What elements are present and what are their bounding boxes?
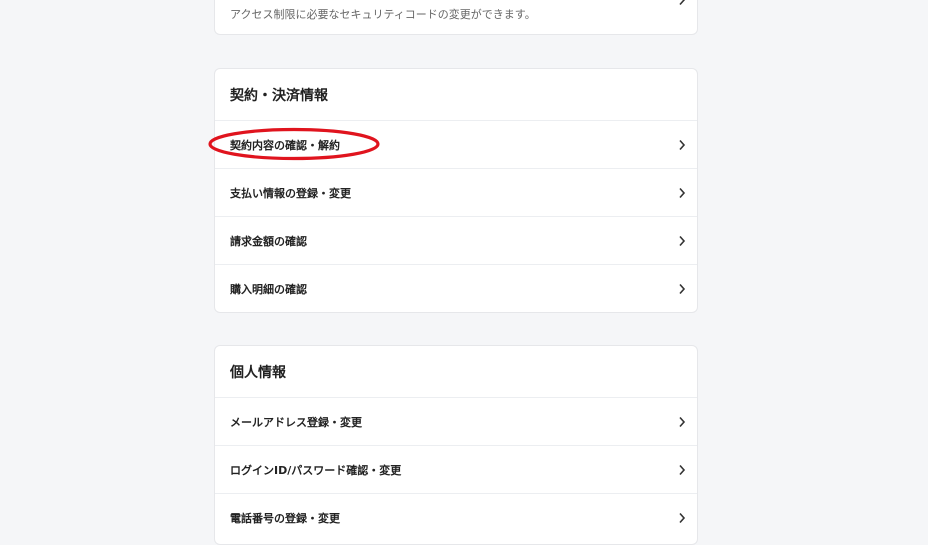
- personal-info-card: 個人情報 メールアドレス登録・変更 ログインID/パスワード確認・変更 電話番号…: [214, 345, 698, 545]
- chevron-right-icon: [675, 415, 689, 429]
- menu-item-label: 支払い情報の登録・変更: [230, 186, 351, 200]
- menu-item-label: 電話番号の登録・変更: [230, 512, 340, 525]
- section-header: 個人情報: [215, 346, 697, 398]
- chevron-right-icon: [675, 186, 689, 200]
- chevron-right-icon: [675, 234, 689, 248]
- menu-item-label: 契約内容の確認・解約: [230, 138, 340, 152]
- menu-item-purchase-details[interactable]: 購入明細の確認: [215, 265, 697, 312]
- menu-item-phone[interactable]: 電話番号の登録・変更: [215, 494, 697, 542]
- menu-item-label: ログインID/パスワード確認・変更: [230, 463, 402, 477]
- menu-item-label: 請求金額の確認: [230, 234, 307, 248]
- chevron-right-icon: [675, 0, 689, 7]
- menu-item-label: メールアドレス登録・変更: [230, 415, 362, 429]
- chevron-right-icon: [675, 138, 689, 152]
- security-code-card[interactable]: アクセス制限に必要なセキュリティコードの変更ができます。: [214, 0, 698, 35]
- security-code-description: アクセス制限に必要なセキュリティコードの変更ができます。: [230, 8, 536, 21]
- menu-item-billing-amount[interactable]: 請求金額の確認: [215, 217, 697, 265]
- section-title: 契約・決済情報: [230, 87, 328, 104]
- section-title: 個人情報: [230, 364, 286, 381]
- chevron-right-icon: [675, 511, 689, 525]
- menu-item-login-password[interactable]: ログインID/パスワード確認・変更: [215, 446, 697, 494]
- menu-item-email[interactable]: メールアドレス登録・変更: [215, 398, 697, 446]
- menu-item-label: 購入明細の確認: [230, 283, 307, 296]
- chevron-right-icon: [675, 282, 689, 296]
- contract-payment-card: 契約・決済情報 契約内容の確認・解約 支払い情報の登録・変更 請求金額の確認 購…: [214, 68, 698, 313]
- menu-item-contract-confirm-cancel[interactable]: 契約内容の確認・解約: [215, 121, 697, 169]
- chevron-right-icon: [675, 463, 689, 477]
- section-header: 契約・決済情報: [215, 69, 697, 121]
- menu-item-payment-info[interactable]: 支払い情報の登録・変更: [215, 169, 697, 217]
